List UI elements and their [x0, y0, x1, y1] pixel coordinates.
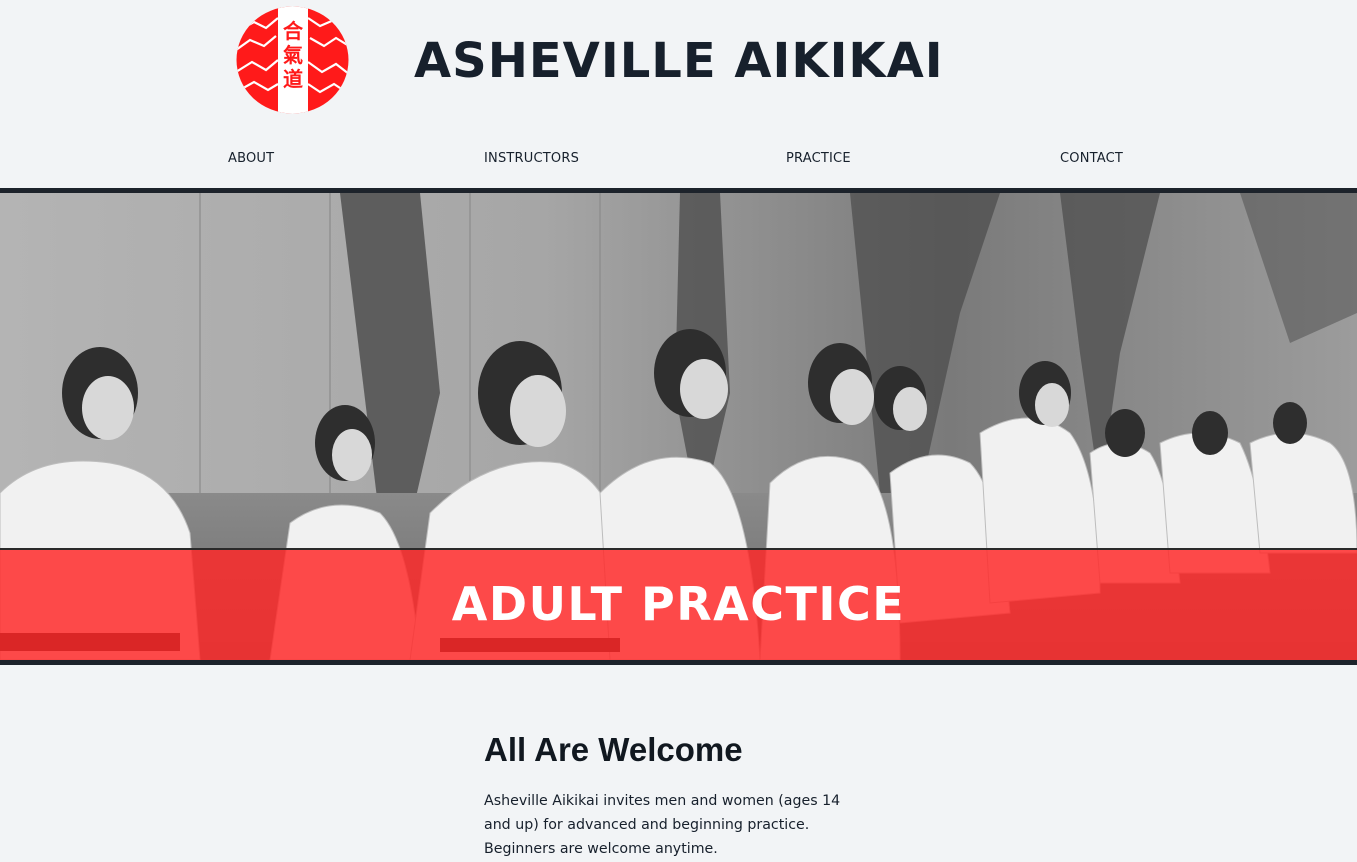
nav-item-instructors[interactable]: INSTRUCTORS [484, 148, 579, 170]
hero-banner: ADULT PRACTICE [0, 548, 1357, 660]
hero-banner-title: ADULT PRACTICE [451, 577, 906, 631]
welcome-section: All Are Welcome Asheville Aikikai invite… [484, 730, 874, 861]
logo-kanji: 合氣道 [283, 19, 304, 91]
main-nav: ABOUT INSTRUCTORS PRACTICE CONTACT [0, 148, 1357, 172]
site-title[interactable]: ASHEVILLE AIKIKAI [414, 30, 944, 92]
aikido-emblem-icon: 合氣道 [236, 6, 349, 114]
nav-item-contact[interactable]: CONTACT [1060, 148, 1123, 170]
nav-item-practice[interactable]: PRACTICE [786, 148, 851, 170]
welcome-paragraph: Asheville Aikikai invites men and women … [484, 793, 841, 857]
welcome-heading: All Are Welcome [484, 731, 743, 768]
site-logo[interactable]: 合氣道 [236, 6, 349, 114]
nav-item-about[interactable]: ABOUT [228, 148, 274, 170]
hero-section: ADULT PRACTICE [0, 188, 1357, 665]
